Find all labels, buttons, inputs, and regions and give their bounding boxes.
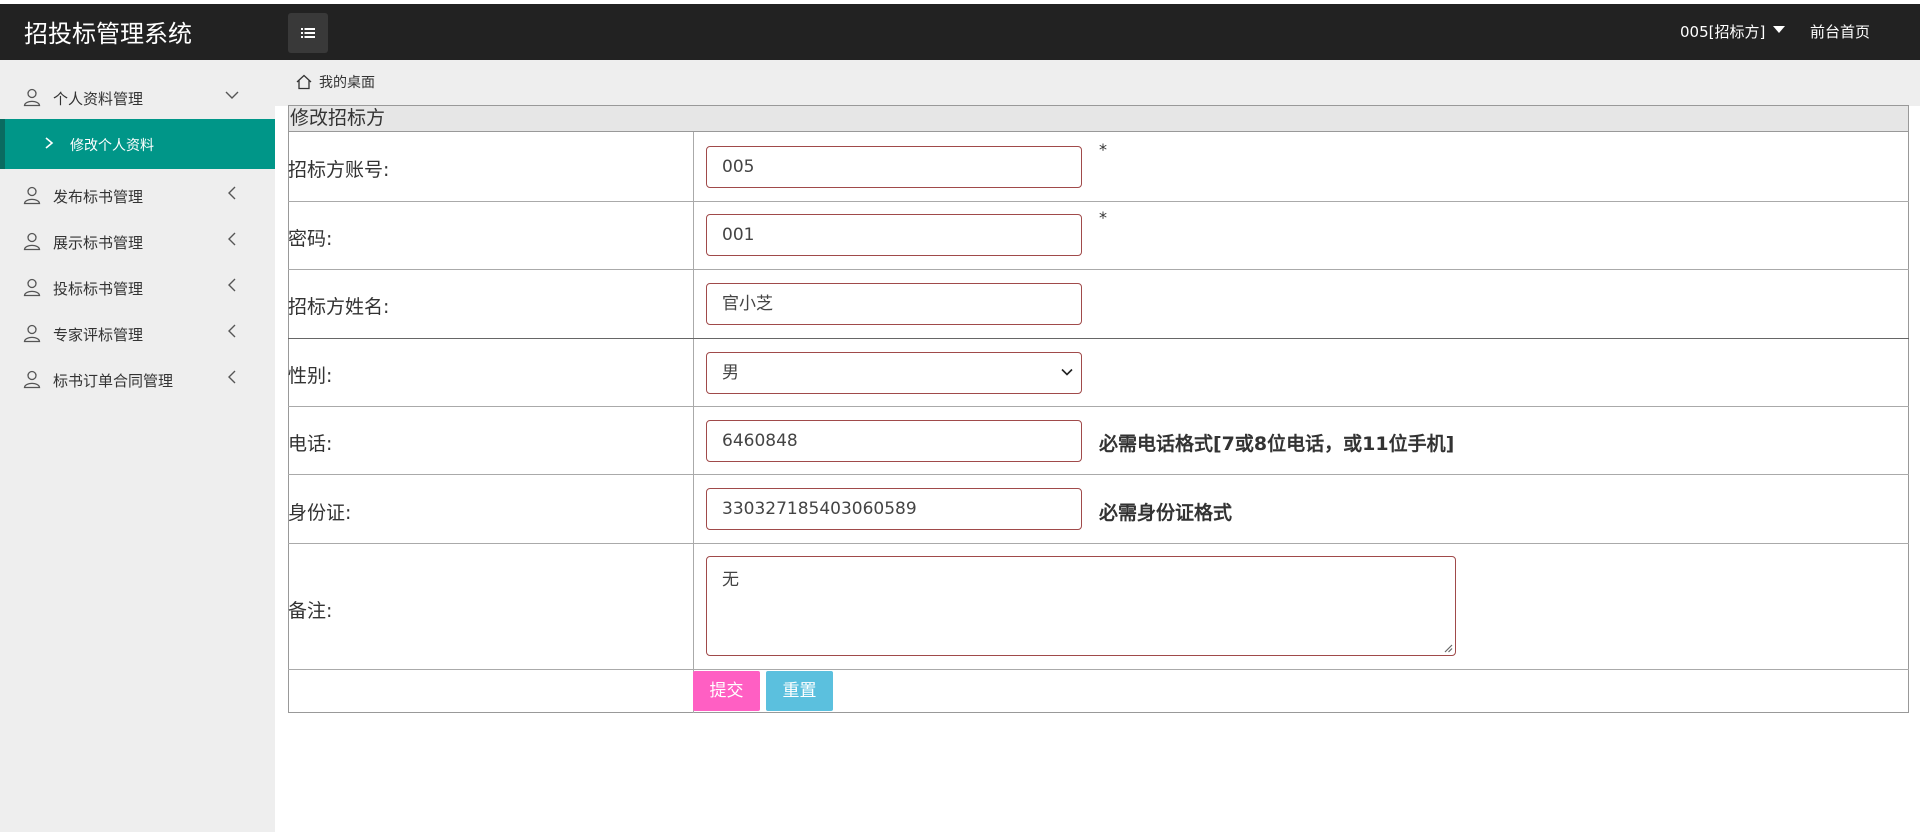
row-account: 招标方账号: 005 *: [288, 132, 1909, 202]
sidebar-item-label: 发布标书管理: [53, 188, 144, 206]
row-idcard: 身份证: 330327185403060589 必需身份证格式: [288, 475, 1909, 544]
form-title: 修改招标方: [288, 105, 1909, 132]
account-input[interactable]: 005: [706, 146, 1082, 188]
sidebar: 个人资料管理 修改个人资料 发布标书管理 展示标书管理 投标标书管理 专家评标管…: [0, 60, 275, 832]
phone-label: 电话:: [288, 433, 333, 455]
gender-selected: 男: [722, 363, 739, 383]
column-divider: [693, 475, 694, 543]
row-name: 招标方姓名: 官小芝: [288, 270, 1909, 339]
name-input[interactable]: 官小芝: [706, 283, 1082, 325]
front-home-link[interactable]: 前台首页: [1810, 21, 1870, 42]
sidebar-item-publish[interactable]: 发布标书管理: [0, 171, 275, 217]
menu-toggle-button[interactable]: [288, 13, 328, 53]
chevron-left-icon: [228, 278, 236, 292]
sidebar-item-contract[interactable]: 标书订单合同管理: [0, 355, 275, 401]
sidebar-item-label: 标书订单合同管理: [53, 372, 174, 390]
idcard-format-hint: 必需身份证格式: [1099, 502, 1233, 524]
sidebar-item-bid[interactable]: 投标标书管理: [0, 263, 275, 309]
remark-label: 备注:: [288, 600, 333, 622]
sidebar-item-expert[interactable]: 专家评标管理: [0, 309, 275, 355]
user-icon: [23, 88, 41, 107]
resize-grip-icon[interactable]: [1443, 643, 1453, 653]
app-title: 招投标管理系统: [24, 20, 192, 48]
breadcrumb[interactable]: 我的桌面: [295, 72, 375, 92]
column-divider: [693, 202, 694, 269]
row-phone: 电话: 6460848 必需电话格式[7或8位电话，或11位手机]: [288, 407, 1909, 475]
row-gender: 性别: 男: [288, 339, 1909, 407]
chevron-left-icon: [228, 232, 236, 246]
sidebar-subitem-edit-profile[interactable]: 修改个人资料: [0, 119, 275, 169]
gender-label: 性别:: [288, 365, 333, 387]
user-icon: [23, 370, 41, 389]
breadcrumb-home: 我的桌面: [319, 75, 375, 91]
chevron-down-icon: [1061, 368, 1073, 376]
column-divider: [693, 544, 694, 669]
home-icon: [296, 74, 312, 90]
chevron-left-icon: [228, 370, 236, 384]
name-label: 招标方姓名:: [288, 296, 390, 318]
column-divider: [693, 407, 694, 474]
row-remark: 备注: 无: [288, 544, 1909, 670]
column-divider: [693, 270, 694, 338]
user-icon: [23, 324, 41, 343]
chevron-right-icon: [45, 137, 54, 149]
active-indicator: [0, 119, 5, 169]
list-icon: [301, 28, 315, 38]
top-strip: [0, 0, 1920, 4]
sidebar-subitem-label: 修改个人资料: [70, 138, 154, 154]
row-password: 密码: 001 *: [288, 202, 1909, 270]
gender-select[interactable]: 男: [706, 352, 1082, 394]
column-divider: [693, 339, 694, 406]
required-mark: *: [1099, 208, 1107, 227]
idcard-input[interactable]: 330327185403060589: [706, 488, 1082, 530]
password-label: 密码:: [288, 228, 333, 250]
column-divider: [693, 132, 694, 201]
phone-input[interactable]: 6460848: [706, 420, 1082, 462]
password-input[interactable]: 001: [706, 214, 1082, 256]
remark-value: 无: [722, 570, 739, 590]
sidebar-item-profile[interactable]: 个人资料管理: [0, 73, 275, 119]
user-icon: [23, 232, 41, 251]
sidebar-item-label: 投标标书管理: [53, 280, 144, 298]
content-header: [275, 60, 1920, 106]
phone-format-hint: 必需电话格式[7或8位电话，或11位手机]: [1099, 433, 1455, 455]
chevron-down-icon: [225, 91, 239, 99]
user-menu-label: 005[招标方]: [1680, 23, 1766, 41]
account-label: 招标方账号:: [288, 159, 390, 181]
sidebar-item-label: 展示标书管理: [53, 234, 144, 252]
user-menu[interactable]: 005[招标方]: [1680, 21, 1786, 42]
sidebar-item-label: 专家评标管理: [53, 326, 144, 344]
row-actions: 提交 重置: [288, 670, 1909, 713]
chevron-left-icon: [228, 186, 236, 200]
reset-button[interactable]: 重置: [766, 671, 833, 711]
submit-button[interactable]: 提交: [693, 671, 760, 711]
sidebar-item-label: 个人资料管理: [53, 90, 144, 108]
sidebar-item-display[interactable]: 展示标书管理: [0, 217, 275, 263]
idcard-label: 身份证:: [288, 502, 352, 524]
remark-textarea[interactable]: 无: [706, 556, 1456, 656]
required-mark: *: [1099, 140, 1107, 159]
user-icon: [23, 186, 41, 205]
chevron-left-icon: [228, 324, 236, 338]
user-icon: [23, 278, 41, 297]
caret-down-icon: [1773, 26, 1786, 33]
